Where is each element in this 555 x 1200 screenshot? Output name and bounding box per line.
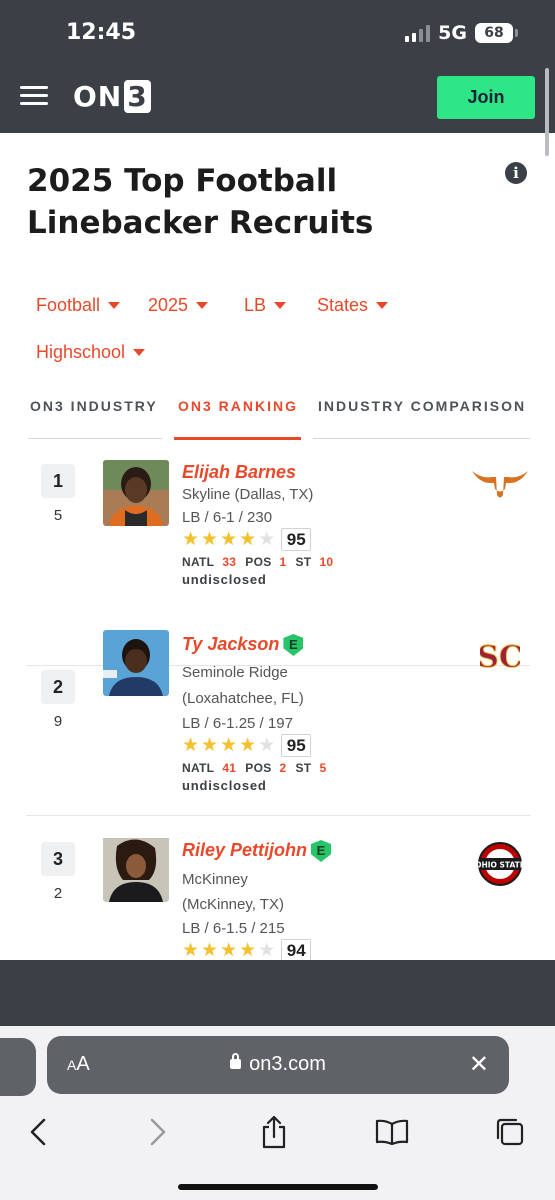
player-school: Skyline (Dallas, TX) <box>182 486 314 503</box>
tab-industry-comparison[interactable]: INDUSTRY COMPARISON <box>318 398 526 414</box>
star-icon: ★ <box>239 734 257 756</box>
rank-metrics: NATL 41 POS 2 ST 5 <box>182 761 327 775</box>
elite-badge-icon: E <box>311 840 332 862</box>
network-label: 5G <box>438 22 467 44</box>
info-icon[interactable]: i <box>505 162 527 184</box>
player-measurables: LB / 6-1.5 / 215 <box>182 920 285 937</box>
star-empty-icon: ★ <box>258 528 276 550</box>
star-icon: ★ <box>201 528 219 550</box>
back-button[interactable] <box>20 1114 56 1150</box>
lock-icon <box>230 1053 242 1069</box>
player-school: McKinney <box>182 871 248 888</box>
player-location: (McKinney, TX) <box>182 896 284 913</box>
star-icon: ★ <box>182 734 200 756</box>
svg-text:OHIO STATE: OHIO STATE <box>477 861 523 870</box>
texas-longhorns-logo[interactable] <box>470 460 530 506</box>
chevron-down-icon <box>196 302 209 309</box>
rank-badge: 3 <box>41 842 75 876</box>
player-location: (Loxahatchee, FL) <box>182 690 304 707</box>
previous-rank: 2 <box>53 885 63 902</box>
star-rating: ★ ★ ★ ★ ★ 95 <box>182 734 312 757</box>
star-icon: ★ <box>239 939 257 960</box>
player-row[interactable]: 3 2 Riley Pettijohn E McKinney (McKinney,… <box>26 838 530 960</box>
rank-badge: 1 <box>41 464 75 498</box>
rank-metrics: NATL 33 POS 1 ST 10 <box>182 555 334 569</box>
filter-states[interactable]: States <box>317 295 389 316</box>
filter-level[interactable]: Highschool <box>36 342 146 363</box>
player-rating: 94 <box>281 939 312 960</box>
chevron-down-icon <box>376 302 389 309</box>
page-title: 2025 Top Football Linebacker Recruits <box>27 163 374 241</box>
header-bar: 12:45 5G 68 ON 3 Join <box>0 0 555 156</box>
star-icon: ★ <box>201 734 219 756</box>
star-icon: ★ <box>239 528 257 550</box>
page-footer-bar <box>0 960 555 1026</box>
player-photo[interactable] <box>103 630 169 696</box>
player-name[interactable]: Ty Jackson E <box>182 634 304 656</box>
player-photo[interactable] <box>103 460 169 526</box>
star-icon: ★ <box>220 939 238 960</box>
battery-icon: 68 <box>475 23 518 43</box>
svg-text:SC: SC <box>480 640 520 675</box>
status-icons: 5G 68 <box>405 22 518 44</box>
star-empty-icon: ★ <box>258 939 276 960</box>
player-rating: 95 <box>281 528 312 551</box>
close-icon[interactable]: ✕ <box>469 1050 489 1078</box>
previous-rank: 9 <box>53 713 63 730</box>
menu-icon[interactable] <box>20 86 48 106</box>
star-icon: ★ <box>182 528 200 550</box>
filter-sport[interactable]: Football <box>36 295 121 316</box>
player-rating: 95 <box>281 734 312 757</box>
chevron-down-icon <box>108 302 121 309</box>
commit-status: undisclosed <box>182 778 267 793</box>
tab-divider <box>313 438 530 439</box>
player-name[interactable]: Riley Pettijohn E <box>182 840 332 862</box>
star-rating: ★ ★ ★ ★ ★ 94 <box>182 939 312 960</box>
previous-tab-peek[interactable] <box>0 1038 36 1096</box>
elite-badge-icon: E <box>283 634 304 656</box>
on3-logo[interactable]: ON 3 <box>73 80 151 113</box>
browser-toolbar: AA on3.com ✕ <box>0 1026 555 1200</box>
url-text[interactable]: on3.com <box>47 1053 509 1076</box>
tabs-icon[interactable] <box>492 1114 528 1150</box>
previous-rank: 5 <box>53 507 63 524</box>
star-icon: ★ <box>182 939 200 960</box>
status-time: 12:45 <box>66 20 137 45</box>
tab-on3-ranking[interactable]: ON3 RANKING <box>178 398 298 414</box>
tab-on3-industry[interactable]: ON3 INDUSTRY <box>30 398 158 414</box>
usc-trojans-logo[interactable]: SC <box>470 632 530 678</box>
forward-button[interactable] <box>140 1114 176 1150</box>
player-photo[interactable] <box>103 838 169 902</box>
bookmarks-icon[interactable] <box>374 1114 410 1150</box>
star-icon: ★ <box>220 734 238 756</box>
active-tab-indicator <box>174 437 301 440</box>
home-indicator <box>178 1184 378 1190</box>
row-divider <box>26 815 530 816</box>
filter-year[interactable]: 2025 <box>148 295 209 316</box>
star-empty-icon: ★ <box>258 734 276 756</box>
star-rating: ★ ★ ★ ★ ★ 95 <box>182 528 312 551</box>
chevron-down-icon <box>133 349 146 356</box>
filter-position[interactable]: LB <box>244 295 287 316</box>
share-icon[interactable] <box>256 1114 292 1150</box>
player-measurables: LB / 6-1 / 230 <box>182 509 273 526</box>
signal-icon <box>405 24 431 42</box>
player-school: Seminole Ridge <box>182 664 288 681</box>
player-measurables: LB / 6-1.25 / 197 <box>182 715 293 732</box>
join-button[interactable]: Join <box>437 76 535 119</box>
player-name[interactable]: Elijah Barnes <box>182 462 296 483</box>
address-bar[interactable]: AA on3.com ✕ <box>47 1036 509 1094</box>
star-icon: ★ <box>201 939 219 960</box>
star-icon: ★ <box>220 528 238 550</box>
ohio-state-logo[interactable]: OHIO STATE <box>470 840 530 888</box>
commit-status: undisclosed <box>182 572 267 587</box>
tab-divider <box>28 438 162 439</box>
rank-badge: 2 <box>41 670 75 704</box>
scroll-indicator <box>545 68 549 156</box>
ranking-tabs: ON3 INDUSTRY ON3 RANKING INDUSTRY COMPAR… <box>28 398 530 442</box>
chevron-down-icon <box>274 302 287 309</box>
